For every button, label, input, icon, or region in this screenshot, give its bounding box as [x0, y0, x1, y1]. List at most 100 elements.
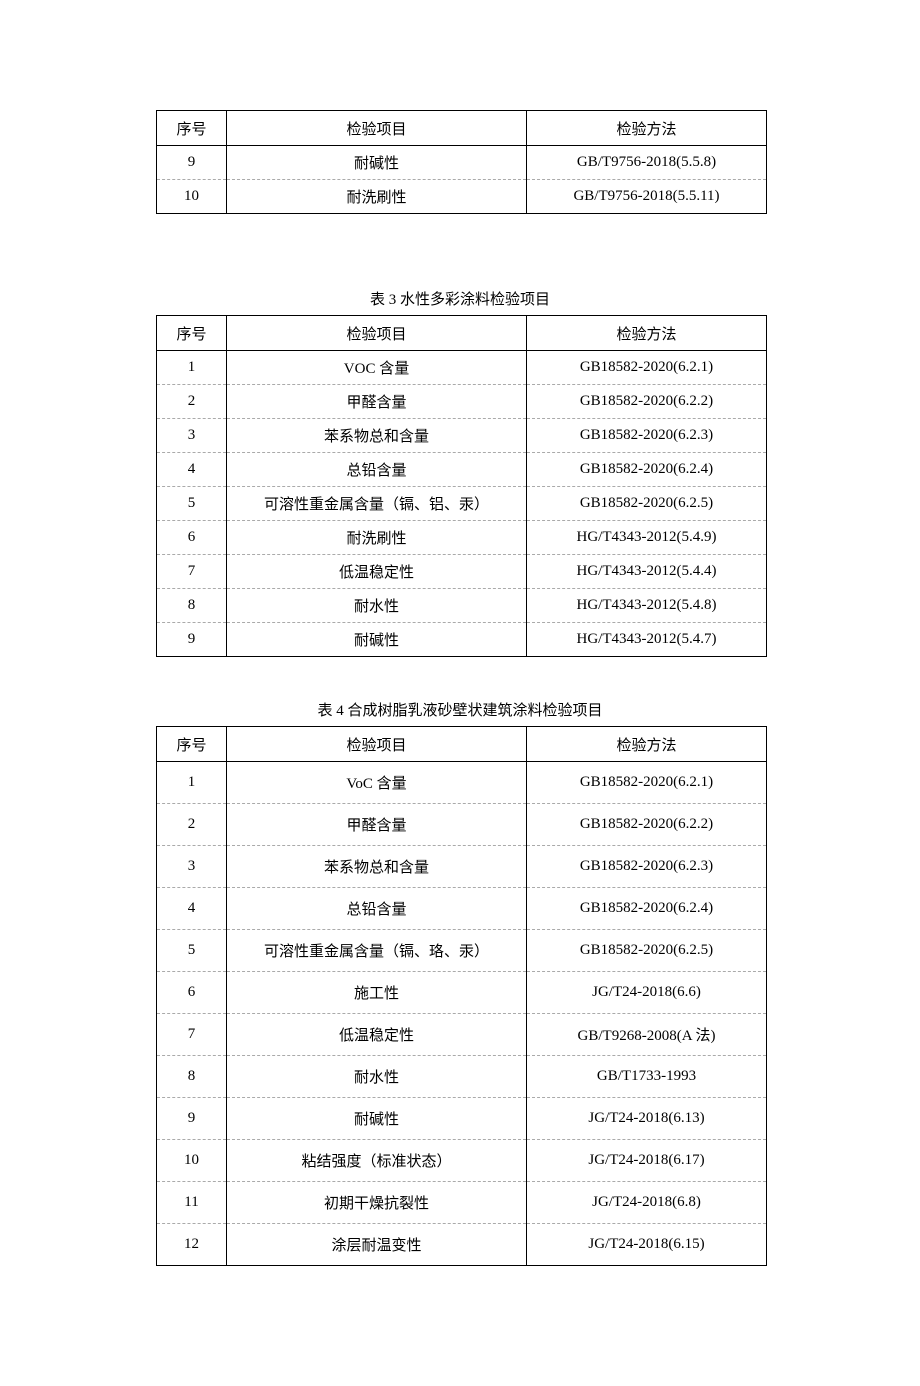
cell-method: JG/T24-2018(6.15): [527, 1224, 767, 1266]
cell-method: JG/T24-2018(6.13): [527, 1098, 767, 1140]
spacer: [156, 214, 764, 288]
table-row: 8耐水性HG/T4343-2012(5.4.8): [157, 589, 767, 623]
cell-item: 初期干燥抗裂性: [227, 1182, 527, 1224]
cell-seq: 6: [157, 972, 227, 1014]
cell-method: GB18582-2020(6.2.4): [527, 888, 767, 930]
cell-seq: 5: [157, 930, 227, 972]
cell-method: GB/T9756-2018(5.5.8): [527, 146, 767, 180]
table-top-body: 9耐碱性GB/T9756-2018(5.5.8)10耐洗刷性GB/T9756-2…: [157, 146, 767, 214]
table-row: 4总铅含量GB18582-2020(6.2.4): [157, 453, 767, 487]
table-header-row: 序号 检验项目 检验方法: [157, 727, 767, 762]
col-seq-header: 序号: [157, 111, 227, 146]
cell-item: 施工性: [227, 972, 527, 1014]
cell-item: 粘结强度（标准状态）: [227, 1140, 527, 1182]
cell-item: 苯系物总和含量: [227, 419, 527, 453]
cell-item: 耐碱性: [227, 623, 527, 657]
cell-seq: 5: [157, 487, 227, 521]
cell-item: 低温稳定性: [227, 555, 527, 589]
cell-method: GB/T9756-2018(5.5.11): [527, 180, 767, 214]
spacer: [156, 657, 764, 699]
table-header-row: 序号 检验项目 检验方法: [157, 111, 767, 146]
col-seq-header: 序号: [157, 316, 227, 351]
cell-method: JG/T24-2018(6.17): [527, 1140, 767, 1182]
cell-method: GB18582-2020(6.2.5): [527, 487, 767, 521]
table-row: 3苯系物总和含量GB18582-2020(6.2.3): [157, 846, 767, 888]
cell-seq: 6: [157, 521, 227, 555]
col-method-header: 检验方法: [527, 316, 767, 351]
cell-seq: 3: [157, 419, 227, 453]
table4-body: 1VoC 含量GB18582-2020(6.2.1)2甲醛含量GB18582-2…: [157, 762, 767, 1266]
table-row: 10耐洗刷性GB/T9756-2018(5.5.11): [157, 180, 767, 214]
cell-seq: 8: [157, 589, 227, 623]
table-row: 8耐水性GB/T1733-1993: [157, 1056, 767, 1098]
cell-seq: 3: [157, 846, 227, 888]
cell-method: GB18582-2020(6.2.1): [527, 762, 767, 804]
table-row: 1VoC 含量GB18582-2020(6.2.1): [157, 762, 767, 804]
cell-method: GB/T9268-2008(A 法): [527, 1014, 767, 1056]
table-row: 1VOC 含量GB18582-2020(6.2.1): [157, 351, 767, 385]
cell-seq: 9: [157, 1098, 227, 1140]
cell-method: GB18582-2020(6.2.4): [527, 453, 767, 487]
cell-seq: 1: [157, 351, 227, 385]
cell-seq: 8: [157, 1056, 227, 1098]
cell-item: 耐洗刷性: [227, 180, 527, 214]
table3-body: 1VOC 含量GB18582-2020(6.2.1)2甲醛含量GB18582-2…: [157, 351, 767, 657]
table-header-row: 序号 检验项目 检验方法: [157, 316, 767, 351]
cell-method: JG/T24-2018(6.8): [527, 1182, 767, 1224]
cell-item: 苯系物总和含量: [227, 846, 527, 888]
cell-seq: 12: [157, 1224, 227, 1266]
cell-method: GB18582-2020(6.2.5): [527, 930, 767, 972]
col-method-header: 检验方法: [527, 727, 767, 762]
table-row: 9耐碱性GB/T9756-2018(5.5.8): [157, 146, 767, 180]
cell-method: GB18582-2020(6.2.2): [527, 804, 767, 846]
cell-seq: 4: [157, 888, 227, 930]
table-row: 12涂层耐温变性JG/T24-2018(6.15): [157, 1224, 767, 1266]
cell-item: 耐水性: [227, 589, 527, 623]
table-row: 11初期干燥抗裂性JG/T24-2018(6.8): [157, 1182, 767, 1224]
table-row: 4总铅含量GB18582-2020(6.2.4): [157, 888, 767, 930]
table-row: 6耐洗刷性HG/T4343-2012(5.4.9): [157, 521, 767, 555]
cell-method: GB18582-2020(6.2.3): [527, 419, 767, 453]
cell-item: 总铅含量: [227, 453, 527, 487]
cell-item: 耐洗刷性: [227, 521, 527, 555]
cell-seq: 7: [157, 555, 227, 589]
cell-method: HG/T4343-2012(5.4.9): [527, 521, 767, 555]
cell-seq: 9: [157, 623, 227, 657]
col-item-header: 检验项目: [227, 111, 527, 146]
table-row: 9耐碱性HG/T4343-2012(5.4.7): [157, 623, 767, 657]
cell-method: HG/T4343-2012(5.4.8): [527, 589, 767, 623]
cell-item: 甲醛含量: [227, 804, 527, 846]
col-seq-header: 序号: [157, 727, 227, 762]
table-row: 2甲醛含量GB18582-2020(6.2.2): [157, 804, 767, 846]
table-row: 7低温稳定性HG/T4343-2012(5.4.4): [157, 555, 767, 589]
cell-method: GB/T1733-1993: [527, 1056, 767, 1098]
cell-method: GB18582-2020(6.2.1): [527, 351, 767, 385]
cell-seq: 2: [157, 804, 227, 846]
cell-item: VoC 含量: [227, 762, 527, 804]
cell-item: 总铅含量: [227, 888, 527, 930]
cell-seq: 10: [157, 1140, 227, 1182]
table-top: 序号 检验项目 检验方法 9耐碱性GB/T9756-2018(5.5.8)10耐…: [156, 110, 767, 214]
cell-item: 可溶性重金属含量（镉、珞、汞）: [227, 930, 527, 972]
table3: 序号 检验项目 检验方法 1VOC 含量GB18582-2020(6.2.1)2…: [156, 315, 767, 657]
table4: 序号 检验项目 检验方法 1VoC 含量GB18582-2020(6.2.1)2…: [156, 726, 767, 1266]
cell-seq: 10: [157, 180, 227, 214]
table-row: 5可溶性重金属含量（镉、铝、汞）GB18582-2020(6.2.5): [157, 487, 767, 521]
cell-method: HG/T4343-2012(5.4.7): [527, 623, 767, 657]
cell-seq: 2: [157, 385, 227, 419]
cell-item: 耐碱性: [227, 1098, 527, 1140]
col-item-header: 检验项目: [227, 316, 527, 351]
cell-method: HG/T4343-2012(5.4.4): [527, 555, 767, 589]
cell-seq: 9: [157, 146, 227, 180]
cell-method: JG/T24-2018(6.6): [527, 972, 767, 1014]
col-item-header: 检验项目: [227, 727, 527, 762]
table-row: 6施工性JG/T24-2018(6.6): [157, 972, 767, 1014]
table-row: 9耐碱性JG/T24-2018(6.13): [157, 1098, 767, 1140]
table-row: 7低温稳定性GB/T9268-2008(A 法): [157, 1014, 767, 1056]
cell-item: 涂层耐温变性: [227, 1224, 527, 1266]
table-row: 2甲醛含量GB18582-2020(6.2.2): [157, 385, 767, 419]
cell-seq: 11: [157, 1182, 227, 1224]
cell-item: 低温稳定性: [227, 1014, 527, 1056]
col-method-header: 检验方法: [527, 111, 767, 146]
cell-item: 可溶性重金属含量（镉、铝、汞）: [227, 487, 527, 521]
